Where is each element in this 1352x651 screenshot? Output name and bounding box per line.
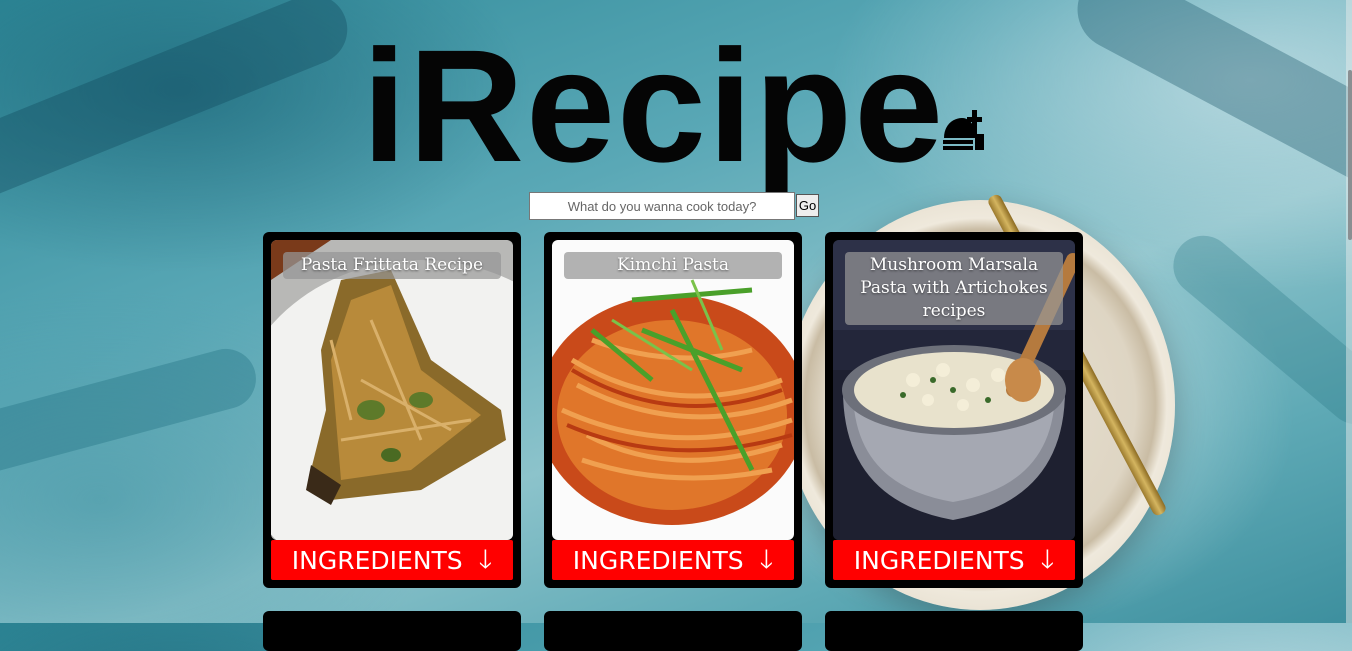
- ingredients-label: INGREDIENTS: [853, 545, 1025, 575]
- recipe-card-partial: [825, 611, 1083, 651]
- recipe-card-partial: [263, 611, 521, 651]
- page-scrollbar[interactable]: [1346, 0, 1352, 623]
- go-button[interactable]: Go: [796, 194, 819, 217]
- recipe-title: Mushroom Marsala Pasta with Artichokes r…: [845, 252, 1063, 325]
- recipe-image[interactable]: [271, 240, 513, 540]
- background-brush-streak: [1063, 0, 1352, 205]
- search-input[interactable]: [529, 192, 795, 220]
- background-brush-streak: [0, 0, 358, 207]
- background-brush-streak: [1161, 223, 1352, 437]
- recipe-card: Kimchi Pasta INGREDIENTS 🡓: [544, 232, 802, 588]
- kimchi-pasta-photo: [552, 240, 794, 540]
- recipe-card-partial: [544, 611, 802, 651]
- site-title: iRecipe: [362, 16, 946, 195]
- site-header: iRecipe: [362, 16, 984, 195]
- arrow-down-icon: 🡓: [1040, 545, 1055, 575]
- recipe-title: Kimchi Pasta: [564, 252, 782, 279]
- arrow-down-icon: 🡓: [478, 545, 493, 575]
- chef-hat-fork-icon: [943, 110, 984, 150]
- arrow-down-icon: 🡓: [759, 545, 774, 575]
- ingredients-label: INGREDIENTS: [572, 545, 744, 575]
- pasta-frittata-photo: [271, 240, 513, 540]
- background-brush-streak: [0, 342, 263, 478]
- recipe-title: Pasta Frittata Recipe: [283, 252, 501, 279]
- scrollbar-thumb[interactable]: [1348, 70, 1352, 240]
- ingredients-label: INGREDIENTS: [291, 545, 463, 575]
- recipe-card: Pasta Frittata Recipe INGREDIENTS 🡓: [263, 232, 521, 588]
- recipe-card: Mushroom Marsala Pasta with Artichokes r…: [825, 232, 1083, 588]
- recipe-image[interactable]: [552, 240, 794, 540]
- ingredients-button[interactable]: INGREDIENTS 🡓: [833, 540, 1075, 580]
- ingredients-button[interactable]: INGREDIENTS 🡓: [552, 540, 794, 580]
- ingredients-button[interactable]: INGREDIENTS 🡓: [271, 540, 513, 580]
